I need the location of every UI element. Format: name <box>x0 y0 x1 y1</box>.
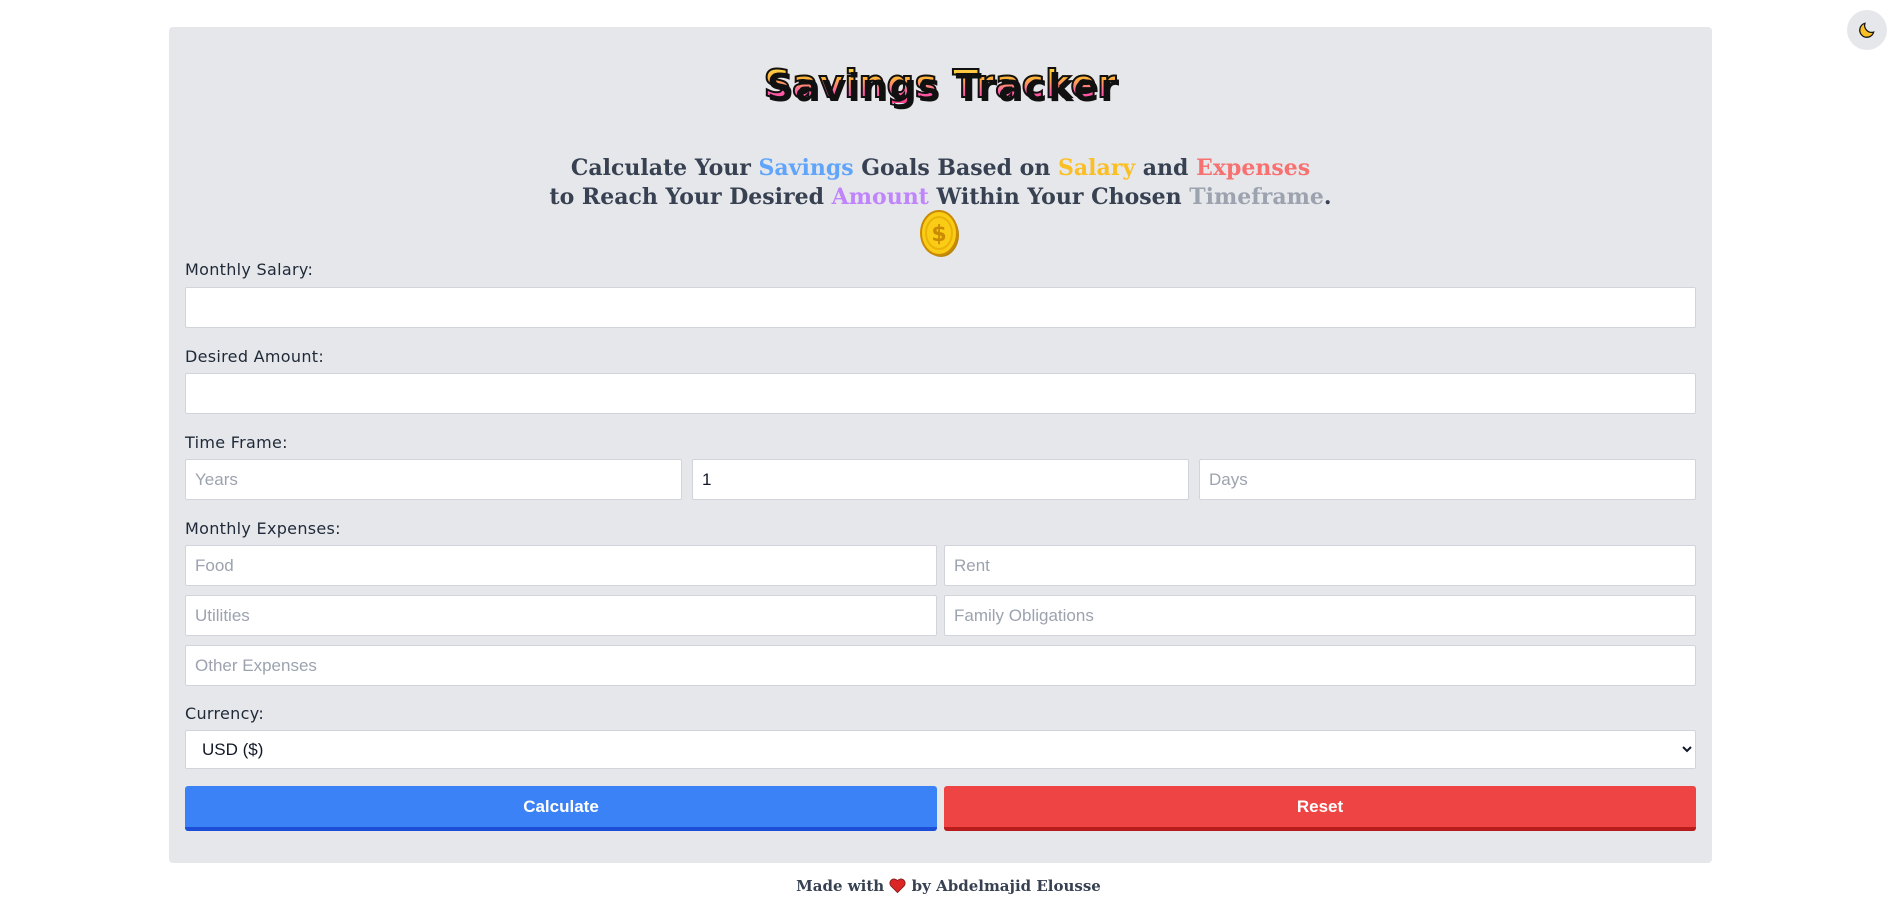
currency-label: Currency: <box>185 704 265 723</box>
subtitle-text: to Reach Your Desired <box>549 184 832 210</box>
other-expenses-input[interactable] <box>185 645 1696 686</box>
desired-amount-input[interactable] <box>185 373 1696 414</box>
subtitle-highlight-amount: Amount <box>831 184 929 210</box>
footer: Made with by Abdelmajid Elousse <box>0 877 1897 897</box>
subtitle-text: Goals Based on <box>853 155 1058 181</box>
theme-toggle-button[interactable] <box>1847 10 1887 50</box>
moon-icon <box>1859 22 1875 38</box>
family-obligations-input[interactable] <box>944 595 1696 636</box>
monthly-salary-input[interactable] <box>185 287 1696 328</box>
time-frame-label: Time Frame: <box>185 433 288 452</box>
footer-prefix: Made with <box>796 877 885 895</box>
subtitle-text: . <box>1323 184 1332 210</box>
monthly-expenses-label: Monthly Expenses: <box>185 519 341 538</box>
years-input[interactable] <box>185 459 682 500</box>
rent-input[interactable] <box>944 545 1696 586</box>
subtitle-text: and <box>1135 155 1197 181</box>
subtitle-text: Within Your Chosen <box>928 184 1190 210</box>
subtitle-highlight-timeframe: Timeframe <box>1189 184 1324 210</box>
utilities-input[interactable] <box>185 595 937 636</box>
subtitle-text: Calculate Your <box>570 155 759 181</box>
subtitle-highlight-expenses: Expenses <box>1196 155 1311 181</box>
desired-amount-label: Desired Amount: <box>185 347 325 366</box>
months-input[interactable] <box>692 459 1189 500</box>
monthly-salary-label: Monthly Salary: <box>185 260 314 279</box>
subtitle-highlight-savings: Savings <box>758 155 854 181</box>
heart-icon <box>889 878 906 897</box>
food-input[interactable] <box>185 545 937 586</box>
currency-select[interactable]: USD ($) <box>185 730 1696 769</box>
svg-text:$: $ <box>931 222 946 247</box>
footer-suffix: by Abdelmajid Elousse <box>911 877 1101 895</box>
subtitle-highlight-salary: Salary <box>1057 155 1136 181</box>
subtitle-line-1: Calculate Your Savings Goals Based on Sa… <box>169 154 1712 183</box>
subtitle: Calculate Your Savings Goals Based on Sa… <box>169 154 1712 212</box>
reset-button[interactable]: Reset <box>944 786 1696 831</box>
dollar-coin-icon: $ <box>920 210 959 257</box>
days-input[interactable] <box>1199 459 1696 500</box>
page-title: Savings Tracker <box>763 62 1118 106</box>
calculate-button[interactable]: Calculate <box>185 786 937 831</box>
calculator-card: Savings Tracker Calculate Your Savings G… <box>169 27 1712 863</box>
